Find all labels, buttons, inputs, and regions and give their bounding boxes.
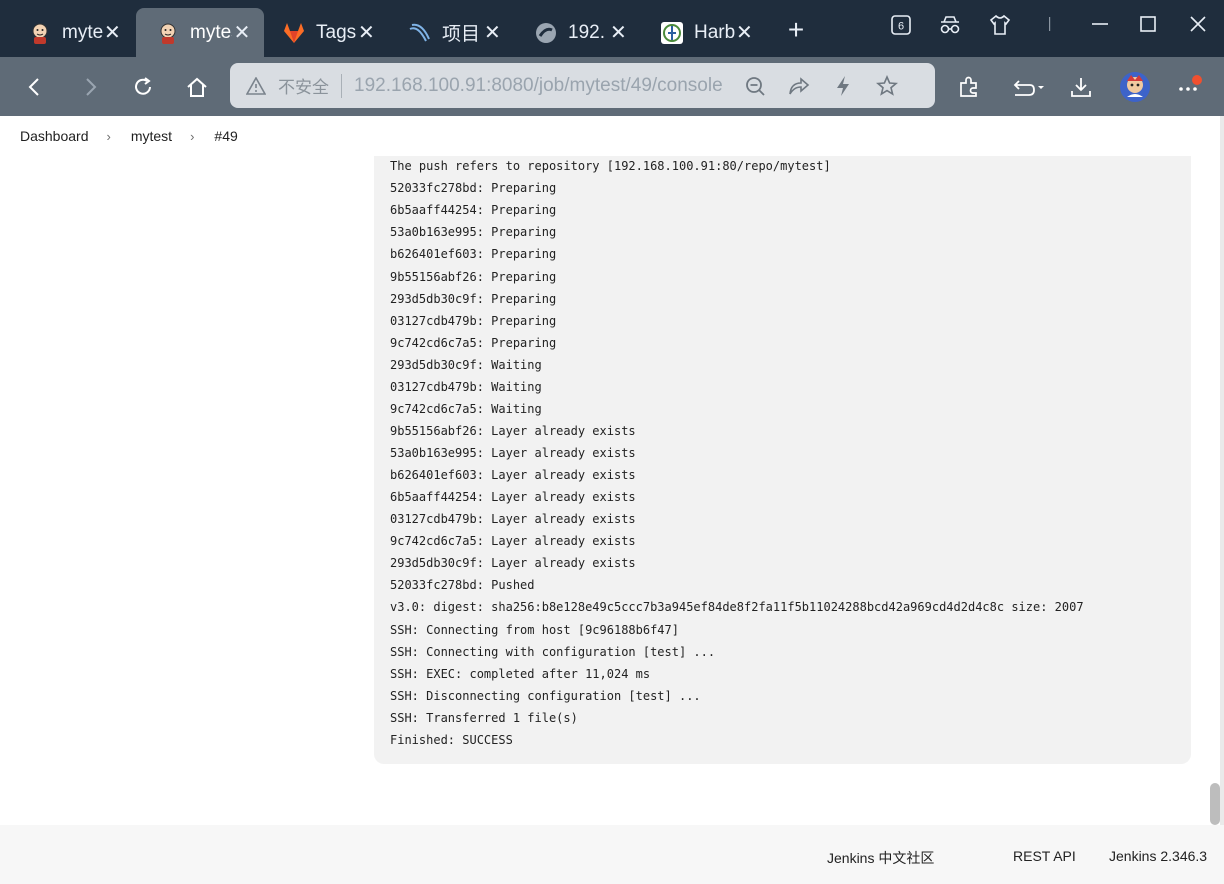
wave-icon	[408, 21, 432, 45]
console-output: The push refers to repository [192.168.1…	[374, 156, 1191, 764]
breadcrumb-dashboard[interactable]: Dashboard	[20, 128, 89, 144]
console-line: 293d5db30c9f: Preparing	[390, 292, 557, 306]
minimize-icon[interactable]	[1085, 14, 1115, 40]
console-line: b626401ef603: Layer already exists	[390, 468, 636, 482]
console-line: 53a0b163e995: Layer already exists	[390, 446, 636, 460]
home-icon[interactable]	[181, 71, 213, 103]
back-icon[interactable]	[19, 71, 51, 103]
zoom-out-icon[interactable]	[740, 75, 770, 97]
tab-title: mytest	[190, 21, 232, 43]
browser-toolbar: 不安全 192.168.100.91:8080/job/mytest/49/co…	[0, 57, 1224, 116]
breadcrumb-job[interactable]: mytest	[131, 128, 172, 144]
lightning-icon[interactable]	[828, 75, 858, 97]
console-line: 03127cdb479b: Preparing	[390, 314, 557, 328]
console-line: 9b55156abf26: Preparing	[390, 270, 557, 284]
console-line: The push refers to repository [192.168.1…	[390, 159, 831, 173]
tab-title: Harb	[694, 21, 735, 43]
console-line: Finished: SUCCESS	[390, 733, 513, 747]
close-icon[interactable]: ✕	[609, 20, 628, 45]
console-line: 6b5aaff44254: Preparing	[390, 203, 557, 217]
jenkins-icon	[156, 21, 180, 45]
console-line: 293d5db30c9f: Layer already exists	[390, 556, 636, 570]
warning-icon	[246, 76, 268, 95]
breadcrumb: Dashboard › mytest › #49	[0, 116, 1224, 156]
footer: Jenkins 中文社区 REST API Jenkins 2.346.3	[0, 825, 1224, 884]
address-bar[interactable]: 不安全 192.168.100.91:8080/job/mytest/49/co…	[230, 63, 935, 108]
tab-strip: mytest ✕ mytest ✕ Tags ✕ 项目 ✕	[0, 0, 1224, 57]
console-line: 52033fc278bd: Pushed	[390, 578, 535, 592]
breadcrumb-build[interactable]: #49	[214, 128, 237, 144]
chevron-right-icon: ›	[190, 128, 195, 144]
close-icon[interactable]: ✕	[232, 20, 252, 45]
console-line: SSH: Transferred 1 file(s)	[390, 711, 578, 725]
new-tab-button[interactable]: +	[783, 16, 809, 44]
console-line: 03127cdb479b: Waiting	[390, 380, 542, 394]
globe-icon	[534, 21, 558, 45]
console-line: 6b5aaff44254: Layer already exists	[390, 490, 636, 504]
undo-dropdown-icon[interactable]	[1008, 71, 1048, 103]
incognito-icon[interactable]	[935, 14, 965, 42]
footer-rest-api-link[interactable]: REST API	[1013, 848, 1076, 864]
console-line: 03127cdb479b: Layer already exists	[390, 512, 636, 526]
page-scrollbar[interactable]	[1210, 783, 1220, 825]
close-icon[interactable]: ✕	[735, 20, 754, 45]
console-line: 52033fc278bd: Preparing	[390, 181, 557, 195]
profile-avatar[interactable]	[1119, 71, 1151, 103]
tab-gitlab-tags[interactable]: Tags ✕	[262, 8, 388, 57]
tab-title: mytest	[62, 21, 103, 43]
tab-project[interactable]: 项目 ✕	[388, 8, 514, 57]
close-icon[interactable]: ✕	[483, 20, 502, 45]
console-line: SSH: Connecting from host [9c96188b6f47]	[390, 623, 679, 637]
url-text[interactable]: 192.168.100.91:8080/job/mytest/49/consol…	[354, 75, 726, 97]
console-line: 9c742cd6c7a5: Preparing	[390, 336, 557, 350]
download-icon[interactable]	[1065, 71, 1097, 103]
jenkins-icon	[28, 21, 52, 45]
footer-community-link[interactable]: Jenkins 中文社区	[827, 848, 934, 868]
console-line: 9b55156abf26: Layer already exists	[390, 424, 636, 438]
console-line: v3.0: digest: sha256:b8e128e49c5ccc7b3a9…	[390, 600, 1084, 614]
console-line: 9c742cd6c7a5: Waiting	[390, 402, 542, 416]
shirt-icon[interactable]	[985, 14, 1015, 42]
tab-title: 项目	[442, 24, 481, 45]
console-line: b626401ef603: Preparing	[390, 247, 557, 261]
titlebar-divider	[1035, 14, 1065, 40]
reload-icon[interactable]	[127, 71, 159, 103]
bookmark-star-icon[interactable]	[872, 74, 902, 97]
gitlab-icon	[282, 21, 306, 45]
extensions-icon[interactable]	[953, 71, 985, 103]
tab-title: 192.	[568, 21, 605, 43]
maximize-icon[interactable]	[1133, 14, 1163, 40]
security-label[interactable]: 不安全	[278, 73, 329, 98]
harbor-icon	[660, 21, 684, 45]
console-line: SSH: EXEC: completed after 11,024 ms	[390, 667, 651, 681]
address-divider	[341, 73, 342, 98]
browser-window: mytest ✕ mytest ✕ Tags ✕ 项目 ✕	[0, 0, 1224, 884]
tab-jenkins-1[interactable]: mytest ✕	[8, 8, 134, 57]
tab-title: Tags	[316, 21, 357, 43]
console-line: SSH: Connecting with configuration [test…	[390, 645, 716, 659]
tab-jenkins-2[interactable]: mytest ✕	[136, 8, 264, 57]
console-line: 293d5db30c9f: Waiting	[390, 358, 542, 372]
more-menu-icon[interactable]	[1173, 71, 1205, 103]
console-line: SSH: Disconnecting configuration [test] …	[390, 689, 701, 703]
footer-version-link[interactable]: Jenkins 2.346.3	[1109, 848, 1207, 864]
forward-icon[interactable]	[74, 71, 106, 103]
chevron-right-icon: ›	[106, 128, 111, 144]
window-close-icon[interactable]	[1183, 14, 1213, 40]
share-icon[interactable]	[784, 75, 814, 97]
tab-192[interactable]: 192. ✕	[514, 8, 640, 57]
close-icon[interactable]: ✕	[357, 20, 376, 45]
tab-harbor[interactable]: Harb ✕	[640, 8, 766, 57]
tab-count: 6	[898, 21, 904, 33]
scroll-track	[1220, 116, 1224, 884]
tab-count-button[interactable]: 6	[886, 14, 916, 42]
close-icon[interactable]: ✕	[103, 20, 122, 45]
console-line: 9c742cd6c7a5: Layer already exists	[390, 534, 636, 548]
console-line: 53a0b163e995: Preparing	[390, 225, 557, 239]
